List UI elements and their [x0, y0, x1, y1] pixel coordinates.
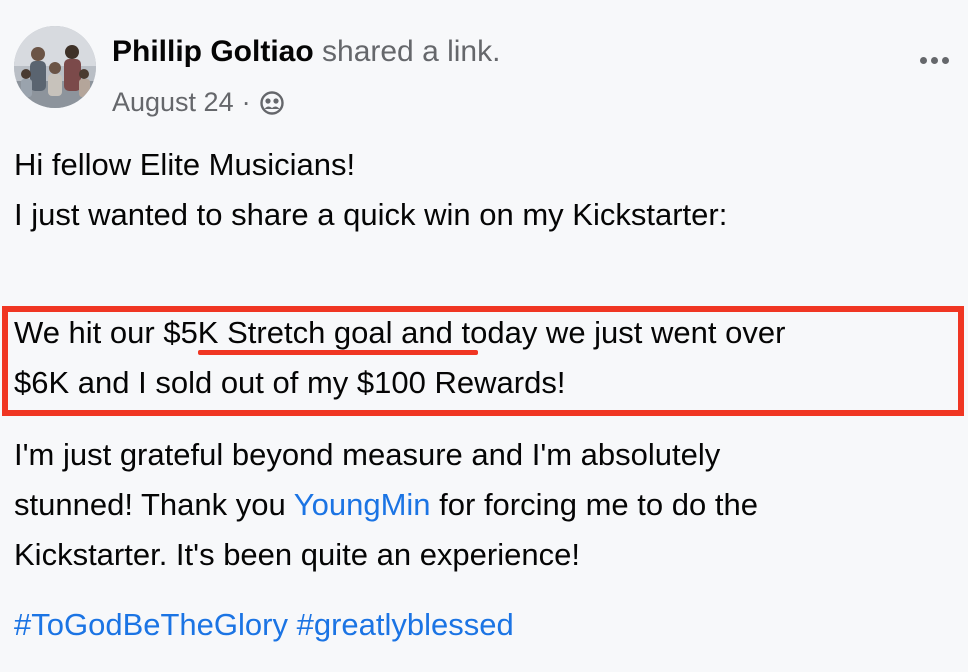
friends-icon[interactable]	[259, 89, 285, 115]
facebook-post: Phillip Goltiao shared a link. August 24…	[0, 0, 968, 672]
more-dot	[919, 56, 927, 64]
avatar[interactable]	[14, 26, 96, 108]
hashtags: #ToGodBeTheGlory #greatlyblessed	[14, 606, 514, 644]
more-dot	[930, 56, 938, 64]
post-text-greeting: Hi fellow Elite Musicians!	[14, 147, 356, 182]
post-action-label: shared a link.	[322, 35, 501, 68]
post-text-closing: Kickstarter. It's been quite an experien…	[14, 537, 580, 572]
thanks-prefix: stunned! Thank you	[14, 487, 294, 522]
mention-link[interactable]: YoungMin	[294, 487, 431, 522]
more-options-icon[interactable]	[912, 46, 956, 74]
family-photo-avatar-image	[14, 26, 96, 108]
hashtag-link[interactable]: #ToGodBeTheGlory	[14, 607, 288, 642]
post-meta: August 24 ·	[112, 86, 285, 118]
post-action-text: shared a link.	[322, 35, 500, 68]
annotation-highlight-box	[2, 306, 964, 416]
post-text-thanks: stunned! Thank you YoungMin for forcing …	[14, 486, 758, 524]
post-header-title: Phillip Goltiao shared a link.	[112, 34, 500, 70]
post-date[interactable]: August 24	[112, 86, 234, 118]
author-name[interactable]: Phillip Goltiao	[112, 35, 314, 68]
post-text-grateful: I'm just grateful beyond measure and I'm…	[14, 437, 721, 472]
hashtag-link[interactable]: #greatlyblessed	[297, 607, 514, 642]
more-dot	[941, 56, 949, 64]
post-text-intro: I just wanted to share a quick win on my…	[14, 197, 728, 232]
meta-separator: ·	[241, 87, 251, 117]
thanks-suffix: for forcing me to do the	[430, 487, 758, 522]
